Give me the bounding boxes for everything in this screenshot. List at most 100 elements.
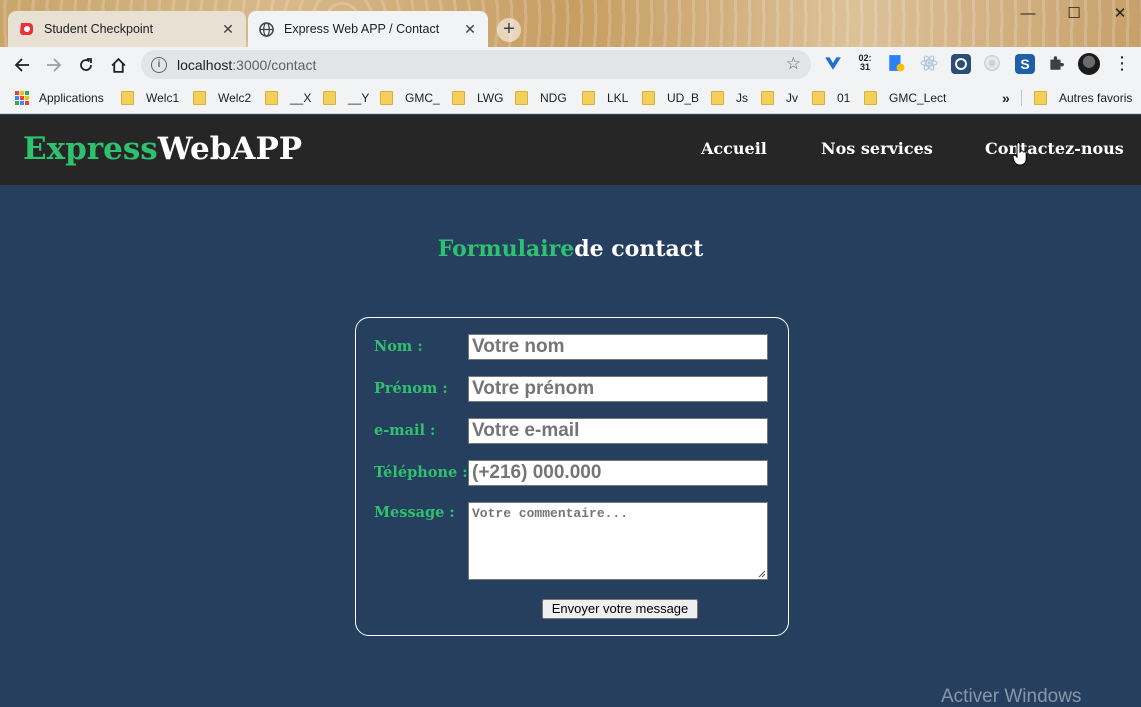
react-extension-icon[interactable]: [920, 54, 940, 74]
avatar[interactable]: [1078, 53, 1100, 75]
bookmark-folder[interactable]: UD_B: [642, 89, 699, 107]
nom-input[interactable]: Votre nom: [468, 334, 768, 360]
bookmark-folder[interactable]: __Y: [323, 89, 369, 107]
docs-extension-icon[interactable]: [887, 54, 907, 74]
bookmark-folder[interactable]: Welc2: [193, 89, 251, 107]
bookmark-label: Applications: [39, 91, 104, 105]
bookmark-label: Welc1: [146, 91, 180, 105]
folder-icon: [1034, 91, 1047, 105]
nav-link-contact[interactable]: Contactez-nous: [985, 139, 1124, 158]
bookmark-folder[interactable]: __X: [265, 89, 311, 107]
vue-extension-icon[interactable]: [824, 54, 844, 74]
circle-extension-icon[interactable]: [983, 54, 1003, 74]
message-label: Message :: [374, 504, 455, 521]
form-title: Formulairede contact: [0, 236, 1141, 262]
message-placeholder: Votre commentaire...: [472, 506, 629, 521]
bookmark-star-icon[interactable]: ☆: [786, 54, 801, 74]
menu-dots-icon[interactable]: ⋮: [1113, 54, 1131, 74]
reload-icon[interactable]: [73, 52, 99, 78]
contact-form: Nom : Votre nom Prénom : Votre prénom e-…: [355, 317, 789, 636]
nom-label: Nom :: [374, 338, 423, 355]
bookmark-label: Autres favoris: [1059, 91, 1133, 105]
resize-handle-icon[interactable]: [757, 569, 766, 578]
student-checkpoint-icon: [18, 21, 34, 37]
minimize-button[interactable]: —: [1005, 0, 1051, 30]
folder-icon: [582, 91, 595, 105]
url-path: :3000/contact: [232, 56, 317, 73]
info-icon[interactable]: i: [151, 56, 167, 73]
folder-icon: [452, 91, 465, 105]
email-label: e-mail :: [374, 422, 436, 439]
folder-icon: [193, 91, 206, 105]
address-bar[interactable]: i localhost:3000/contact ☆: [141, 50, 811, 79]
home-icon[interactable]: [105, 52, 131, 78]
folder-icon: [642, 91, 655, 105]
tab-title: Express Web APP / Contact: [284, 22, 440, 36]
bookmark-label: Js: [736, 91, 748, 105]
tab-express-contact[interactable]: Express Web APP / Contact ✕: [248, 11, 488, 47]
bookmark-label: LWG: [477, 91, 504, 105]
windows-activation-watermark: Activer Windows: [941, 686, 1082, 707]
bookmark-label: 01: [837, 91, 851, 105]
bookmark-label: GMC_Lect: [889, 91, 947, 105]
site-logo[interactable]: ExpressWebAPP: [23, 131, 302, 167]
folder-icon: [380, 91, 393, 105]
site-header: ExpressWebAPP Accueil Nos services Conta…: [0, 115, 1141, 185]
email-input[interactable]: Votre e-mail: [468, 418, 768, 444]
screen-extension-icon[interactable]: [951, 54, 971, 74]
bookmarks-divider: [1021, 90, 1022, 106]
logo-white-text: WebAPP: [157, 131, 303, 167]
globe-icon: [258, 21, 274, 37]
form-title-white: de contact: [574, 236, 704, 262]
apps-grid-icon: [15, 91, 29, 105]
close-icon[interactable]: ✕: [220, 21, 236, 37]
hand-cursor-icon: [1012, 142, 1028, 166]
nav-link-accueil[interactable]: Accueil: [701, 139, 767, 158]
puzzle-extensions-icon[interactable]: [1047, 54, 1067, 74]
bookmark-folder[interactable]: GMC_: [380, 89, 440, 107]
telephone-input[interactable]: (+216) 000.000: [468, 460, 768, 486]
submit-button[interactable]: Envoyer votre message: [542, 599, 698, 619]
bookmark-applications[interactable]: Applications: [15, 89, 104, 107]
prenom-input[interactable]: Votre prénom: [468, 376, 768, 402]
close-window-button[interactable]: ✕: [1097, 0, 1141, 30]
tab-title: Student Checkpoint: [44, 22, 154, 36]
s-extension-icon[interactable]: S: [1015, 54, 1035, 74]
bookmark-other-favorites[interactable]: Autres favoris: [1034, 89, 1132, 107]
new-tab-button[interactable]: +: [497, 18, 521, 42]
logo-green-text: Express: [23, 131, 158, 167]
bookmark-label: Welc2: [218, 91, 252, 105]
bookmarks-overflow-button[interactable]: »: [1002, 89, 1010, 107]
folder-icon: [711, 91, 724, 105]
bookmark-label: __Y: [348, 91, 370, 105]
folder-icon: [812, 91, 825, 105]
folder-icon: [265, 91, 278, 105]
browser-toolbar: i localhost:3000/contact ☆ 02: 31 S ⋮: [0, 47, 1141, 82]
bookmark-folder[interactable]: Jv: [761, 89, 798, 107]
telephone-label: Téléphone :: [374, 464, 468, 481]
bookmark-folder[interactable]: Welc1: [121, 89, 179, 107]
folder-icon: [121, 91, 134, 105]
folder-icon: [761, 91, 774, 105]
tab-student-checkpoint[interactable]: Student Checkpoint ✕: [8, 11, 246, 47]
bookmark-label: __X: [290, 91, 312, 105]
folder-icon: [515, 91, 528, 105]
bookmark-folder[interactable]: Js: [711, 89, 748, 107]
forward-arrow-icon[interactable]: [41, 52, 67, 78]
form-title-green: Formulaire: [437, 236, 575, 262]
nav-link-services[interactable]: Nos services: [821, 139, 933, 158]
bookmark-folder[interactable]: LKL: [582, 89, 628, 107]
folder-icon: [323, 91, 336, 105]
back-arrow-icon[interactable]: [9, 52, 35, 78]
maximize-button[interactable]: ☐: [1051, 0, 1097, 30]
url-host: localhost: [177, 56, 233, 73]
bookmark-label: LKL: [607, 91, 629, 105]
clock-extension-icon[interactable]: 02: 31: [855, 54, 875, 74]
bookmarks-bar: Applications Welc1 Welc2 __X __Y GMC_ LW…: [0, 82, 1141, 114]
bookmark-folder[interactable]: LWG: [452, 89, 503, 107]
bookmark-folder[interactable]: 01: [812, 89, 850, 107]
bookmark-folder[interactable]: GMC_Lect: [864, 89, 946, 107]
message-textarea[interactable]: Votre commentaire...: [468, 502, 768, 580]
bookmark-folder[interactable]: NDG: [515, 89, 567, 107]
close-icon[interactable]: ✕: [462, 21, 478, 37]
